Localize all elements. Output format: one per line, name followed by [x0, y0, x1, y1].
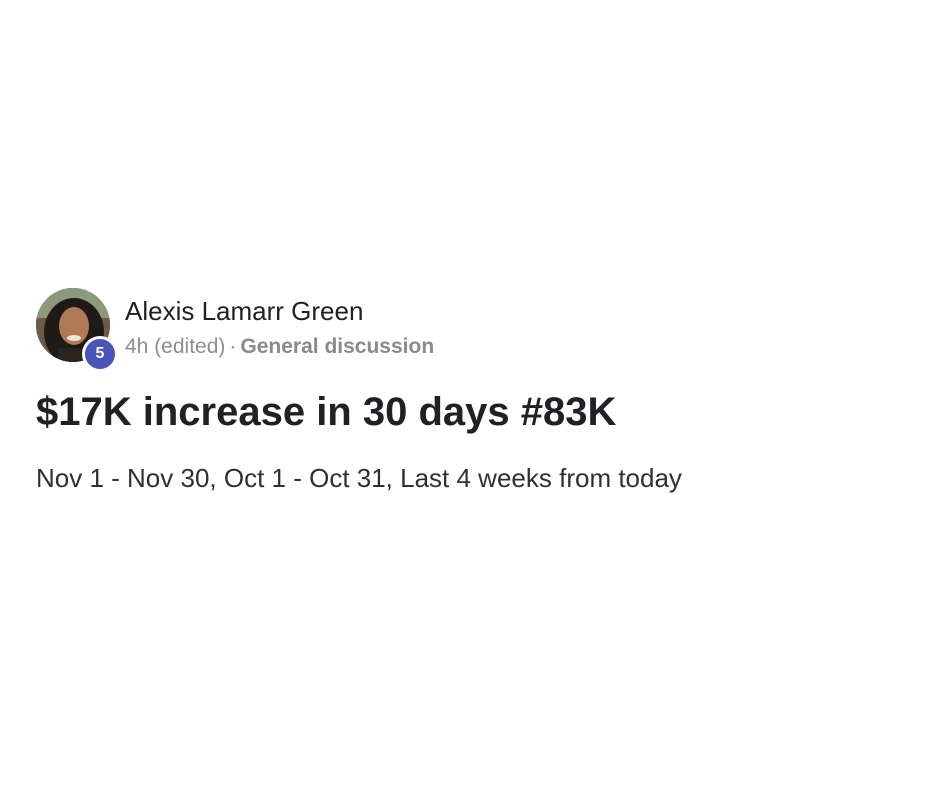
level-badge: 5 [82, 336, 118, 372]
page: 5 Alexis Lamarr Green 4h (edited) · Genera… [0, 0, 940, 788]
post-body: Nov 1 - Nov 30, Oct 1 - Oct 31, Last 4 w… [36, 463, 682, 493]
post-timestamp[interactable]: 4h (edited) [125, 335, 225, 358]
post-category[interactable]: General discussion [240, 335, 434, 358]
post-meta-line: 4h (edited) · General discussion [125, 333, 434, 361]
post-meta: Alexis Lamarr Green 4h (edited) · General … [125, 288, 434, 361]
author-name[interactable]: Alexis Lamarr Green [125, 294, 434, 328]
post-title[interactable]: $17K increase in 30 days #83K [36, 386, 896, 438]
meta-separator: · [229, 335, 237, 358]
post-header: 5 Alexis Lamarr Green 4h (edited) · Genera… [36, 288, 896, 372]
author-avatar[interactable]: 5 [36, 288, 118, 372]
post-card: 5 Alexis Lamarr Green 4h (edited) · Genera… [36, 288, 896, 495]
